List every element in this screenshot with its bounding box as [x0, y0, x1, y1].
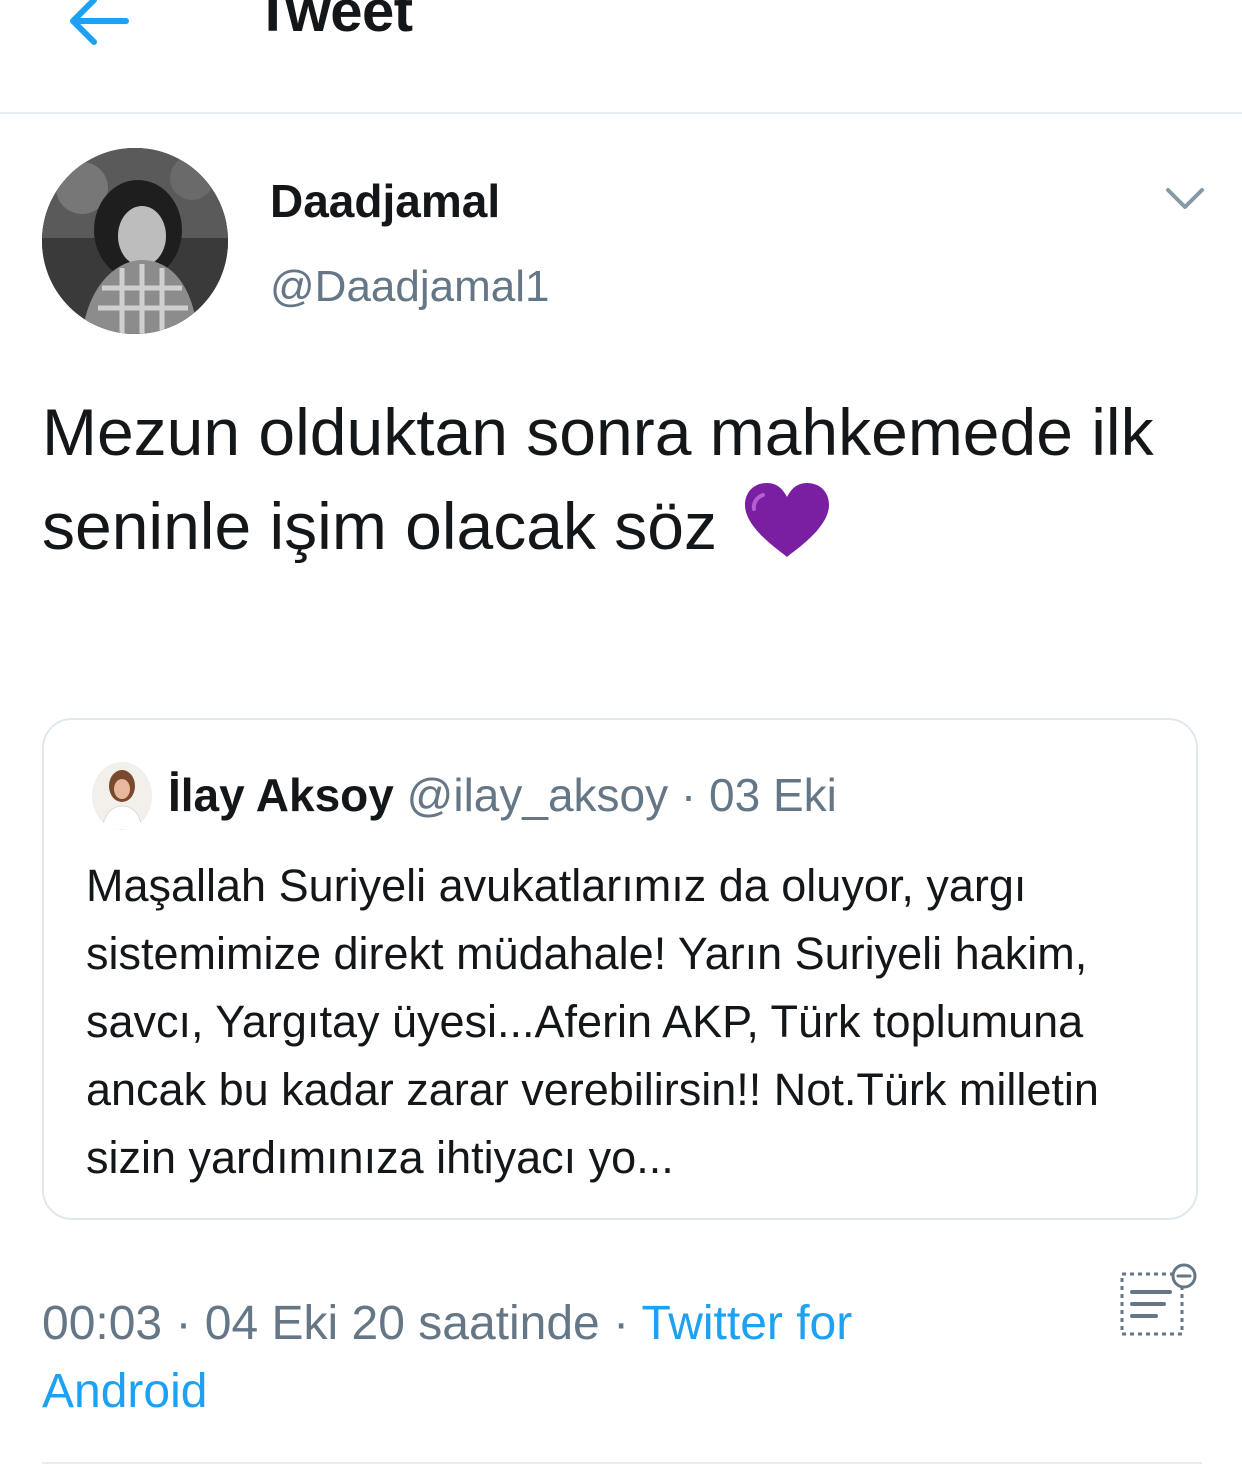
meta-separator: ·	[599, 1297, 642, 1350]
divider	[42, 1462, 1202, 1464]
tweet-date: 04 Eki 20 saatinde	[204, 1297, 600, 1350]
quote-header: İlay Aksoy @ilay_aksoy · 03 Eki	[168, 768, 837, 822]
analytics-icon	[1120, 1263, 1197, 1336]
quote-author-name: İlay Aksoy	[168, 769, 394, 821]
quoted-tweet[interactable]: İlay Aksoy @ilay_aksoy · 03 Eki Maşallah…	[42, 718, 1198, 1220]
more-options-button[interactable]	[1160, 180, 1210, 220]
top-bar: Tweet	[0, 0, 1242, 114]
arrow-left-icon	[70, 0, 129, 45]
tweet-body: Mezun olduktan sonra mahkemede ilk senin…	[42, 395, 1154, 563]
chevron-down-icon	[1166, 188, 1204, 209]
tweet-time: 00:03	[42, 1297, 163, 1350]
tweet-text: Mezun olduktan sonra mahkemede ilk senin…	[42, 385, 1202, 573]
quote-text: Maşallah Suriyeli avukatlarımız da oluyo…	[86, 860, 1099, 1183]
quote-separator: ·	[668, 769, 710, 821]
page-title: Tweet	[255, 0, 413, 44]
profile-photo-icon	[42, 148, 228, 334]
tweet-meta: 00:03 · 04 Eki 20 saatinde · Twitter for…	[42, 1290, 942, 1426]
meta-separator: ·	[162, 1297, 205, 1350]
back-button[interactable]	[64, 0, 132, 50]
author-name[interactable]: Daadjamal	[270, 174, 500, 228]
quote-author-handle: @ilay_aksoy	[406, 769, 669, 821]
purple-heart-icon	[745, 483, 830, 557]
profile-photo-icon	[92, 762, 152, 830]
quote-date: 03 Eki	[709, 769, 837, 821]
avatar[interactable]	[42, 148, 228, 334]
tweet-analytics-button[interactable]	[1112, 1262, 1204, 1342]
quote-avatar	[92, 762, 152, 830]
author-handle[interactable]: @Daadjamal1	[270, 262, 549, 312]
